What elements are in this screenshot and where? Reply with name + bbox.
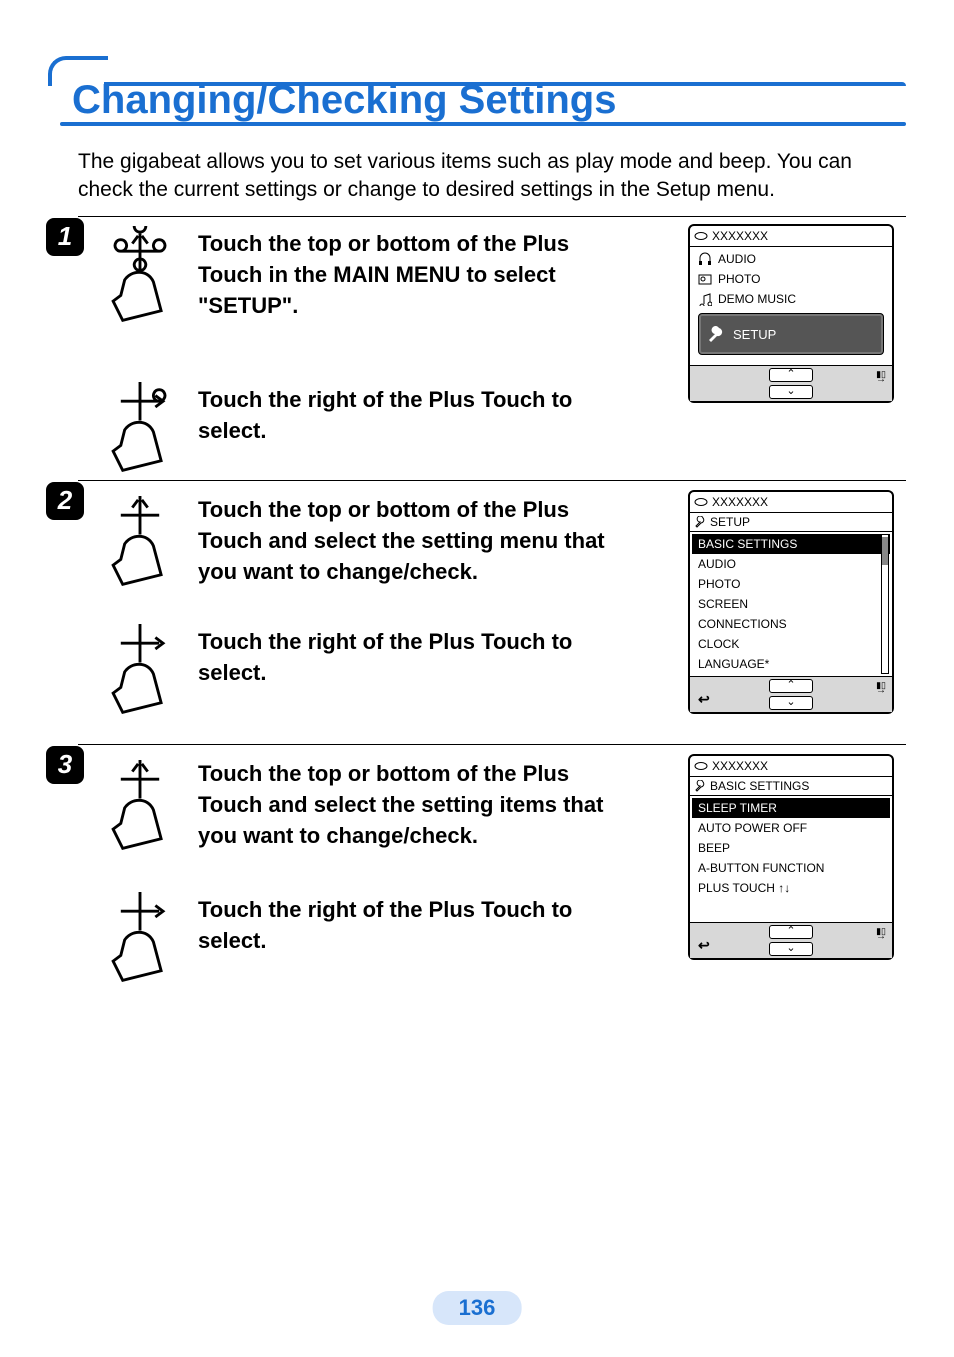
menu-label: BASIC SETTINGS xyxy=(698,537,797,551)
device-screen-setup-menu: XXXXXXX SETUP BASIC SETTINGS AUDIO PHOTO… xyxy=(688,490,894,714)
battery-icon: ▮▯ xyxy=(876,926,886,937)
menu-item[interactable]: PLUS TOUCH ↑↓ xyxy=(692,878,890,898)
device-footer: ⌃ ⌄ ↩ → ▮▯ xyxy=(690,922,892,958)
menu-item-demo-music[interactable]: DEMO MUSIC xyxy=(692,289,890,309)
menu-label: AUDIO xyxy=(718,252,756,266)
step1-text-b: Touch the right of the Plus Touch to sel… xyxy=(198,384,628,446)
disc-icon xyxy=(694,231,708,241)
device-footer: ⌃ ⌄ → ▮▯ xyxy=(690,365,892,401)
battery-icon: ▮▯ xyxy=(876,369,886,380)
music-note-icon xyxy=(698,292,712,306)
screen1-title: XXXXXXX xyxy=(712,229,768,243)
step-badge-3: 3 xyxy=(46,746,84,784)
page-title: Changing/Checking Settings xyxy=(72,78,616,123)
menu-label: BEEP xyxy=(698,841,730,855)
headphones-icon xyxy=(698,252,712,266)
nav-down-button[interactable]: ⌄ xyxy=(769,942,813,956)
menu-item-photo[interactable]: PHOTO xyxy=(692,269,890,289)
menu-label: DEMO MUSIC xyxy=(718,292,796,306)
menu-item[interactable]: AUDIO xyxy=(692,554,890,574)
wrench-icon xyxy=(694,516,706,528)
menu-item[interactable]: A-BUTTON FUNCTION xyxy=(692,858,890,878)
wrench-icon xyxy=(705,324,725,344)
plus-touch-vertical-icon xyxy=(92,490,188,600)
page-number: 136 xyxy=(433,1291,522,1325)
step3-text-b: Touch the right of the Plus Touch to sel… xyxy=(198,894,628,956)
disc-icon xyxy=(694,497,708,507)
menu-label: LANGUAGE* xyxy=(698,657,769,671)
plus-touch-right-icon xyxy=(92,618,188,728)
battery-icon: ▮▯ xyxy=(876,680,886,691)
step2-text-b: Touch the right of the Plus Touch to sel… xyxy=(198,626,628,688)
photo-icon xyxy=(698,272,712,286)
menu-label: SCREEN xyxy=(698,597,748,611)
menu-label: A-BUTTON FUNCTION xyxy=(698,861,824,875)
nav-down-button[interactable]: ⌄ xyxy=(769,696,813,710)
menu-item-sleep-timer-highlighted[interactable]: SLEEP TIMER xyxy=(692,798,890,818)
menu-label: PHOTO xyxy=(698,577,740,591)
step3-text-a: Touch the top or bottom of the Plus Touc… xyxy=(198,758,628,852)
wrench-icon xyxy=(694,780,706,792)
menu-label: AUDIO xyxy=(698,557,736,571)
menu-label: AUTO POWER OFF xyxy=(698,821,807,835)
step-badge-2: 2 xyxy=(46,482,84,520)
menu-label: CONNECTIONS xyxy=(698,617,787,631)
menu-item-audio[interactable]: AUDIO xyxy=(692,249,890,269)
plus-touch-right-icon xyxy=(92,376,188,486)
scrollbar[interactable] xyxy=(881,534,889,674)
breadcrumb: SETUP xyxy=(690,513,892,532)
nav-up-button[interactable]: ⌃ xyxy=(769,368,813,382)
menu-label: SETUP xyxy=(733,327,776,342)
divider xyxy=(78,480,906,481)
breadcrumb-label: BASIC SETTINGS xyxy=(710,779,809,793)
nav-down-button[interactable]: ⌄ xyxy=(769,385,813,399)
device-screen-basic-settings: XXXXXXX BASIC SETTINGS SLEEP TIMER AUTO … xyxy=(688,754,894,960)
menu-item[interactable]: CLOCK xyxy=(692,634,890,654)
menu-label: SLEEP TIMER xyxy=(698,801,777,815)
back-icon[interactable]: ↩ xyxy=(698,937,710,954)
nav-up-button[interactable]: ⌃ xyxy=(769,679,813,693)
plus-touch-vertical-icon xyxy=(92,754,188,864)
divider xyxy=(78,216,906,217)
device-screen-main-menu: XXXXXXX AUDIO PHOTO DEMO MUSIC SETUP ⌃ ⌄… xyxy=(688,224,894,403)
device-footer: ⌃ ⌄ ↩ → ▮▯ xyxy=(690,676,892,712)
plus-touch-vertical-icon xyxy=(92,226,188,336)
menu-label: PHOTO xyxy=(718,272,760,286)
menu-item[interactable]: PHOTO xyxy=(692,574,890,594)
screen2-title: XXXXXXX xyxy=(712,495,768,509)
back-icon[interactable]: ↩ xyxy=(698,691,710,708)
menu-item[interactable]: CONNECTIONS xyxy=(692,614,890,634)
menu-label: CLOCK xyxy=(698,637,739,651)
nav-up-button[interactable]: ⌃ xyxy=(769,925,813,939)
plus-touch-right-icon xyxy=(92,886,188,996)
menu-item[interactable]: BEEP xyxy=(692,838,890,858)
intro-paragraph: The gigabeat allows you to set various i… xyxy=(78,148,878,205)
screen3-title: XXXXXXX xyxy=(712,759,768,773)
menu-item[interactable]: SCREEN xyxy=(692,594,890,614)
menu-item[interactable]: AUTO POWER OFF xyxy=(692,818,890,838)
menu-item[interactable]: LANGUAGE* xyxy=(692,654,890,674)
menu-label: PLUS TOUCH ↑↓ xyxy=(698,881,790,895)
disc-icon xyxy=(694,761,708,771)
step1-text-a: Touch the top or bottom of the Plus Touc… xyxy=(198,228,628,322)
step2-text-a: Touch the top or bottom of the Plus Touc… xyxy=(198,494,628,588)
breadcrumb: BASIC SETTINGS xyxy=(690,777,892,796)
menu-item-basic-settings-highlighted[interactable]: BASIC SETTINGS xyxy=(692,534,890,554)
divider xyxy=(78,744,906,745)
menu-item-setup-highlighted[interactable]: SETUP xyxy=(698,313,884,355)
breadcrumb-label: SETUP xyxy=(710,515,750,529)
step-badge-1: 1 xyxy=(46,218,84,256)
